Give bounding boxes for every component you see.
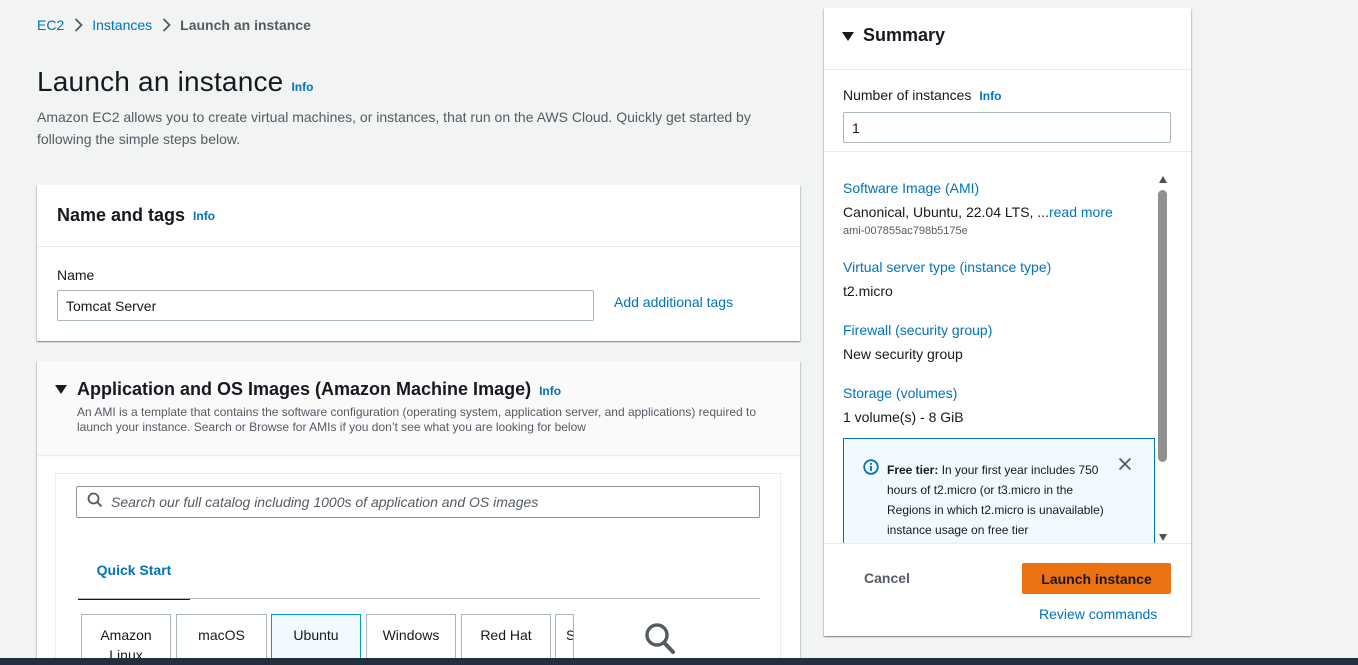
storage-value: 1 volume(s) - 8 GiB [843,409,964,425]
browse-search-icon[interactable] [644,622,676,661]
chevron-right-icon [152,18,180,32]
summary-storage: Storage (volumes) 1 volume(s) - 8 GiB [843,385,964,425]
caret-down-icon[interactable] [55,385,67,394]
bottom-bar [0,658,1358,665]
ami-title: Application and OS Images (Amazon Machin… [77,379,561,400]
page-header: Launch an instance Info [37,66,313,98]
instance-type-value: t2.micro [843,283,893,299]
info-circle-icon [863,459,879,480]
os-tile-macos[interactable]: macOS [176,614,267,664]
number-of-instances-text: Number of instances [843,87,972,103]
add-additional-tags-link[interactable]: Add additional tags [614,294,733,310]
search-icon [87,492,103,513]
scroll-down-arrow-icon[interactable] [1159,534,1167,541]
ami-id: ami-007855ac798b5175e [843,225,968,237]
cancel-button[interactable]: Cancel [864,570,910,586]
name-and-tags-info-link[interactable]: Info [193,209,215,223]
os-tile-red-hat[interactable]: Red Hat [461,614,551,664]
scroll-up-arrow-icon[interactable] [1159,176,1167,183]
summary-firewall: Firewall (security group) New security g… [843,322,992,362]
number-of-instances-input[interactable]: 1 [843,112,1171,143]
close-icon[interactable] [1118,457,1132,476]
summary-footer: Cancel Launch instance Review commands [824,543,1191,636]
name-and-tags-title: Name and tags [57,205,186,225]
software-image-link[interactable]: Software Image (AMI) [843,180,979,196]
os-tile-amazon-linux[interactable]: Amazon Linux [81,614,171,664]
name-and-tags-panel: Name and tags Info Name Tomcat Server Ad… [37,185,800,341]
summary-title: Summary [863,25,946,45]
ami-description: An AMI is a template that contains the s… [77,405,757,434]
number-of-instances-info-link[interactable]: Info [979,89,1001,103]
os-tile-ubuntu[interactable]: Ubuntu [271,614,361,664]
software-image-value: Canonical, Ubuntu, 22.04 LTS, ...read mo… [843,204,1113,220]
page-description: Amazon EC2 allows you to create virtual … [37,109,751,147]
summary-scroll-area[interactable]: Software Image (AMI) Canonical, Ubuntu, … [824,151,1191,543]
chevron-right-icon [64,18,92,32]
ami-panel: Application and OS Images (Amazon Machin… [37,361,800,665]
review-commands-link[interactable]: Review commands [1039,606,1157,622]
ami-body: Search our full catalog including 1000s … [37,457,800,665]
tab-quick-start[interactable]: Quick Start [78,542,190,600]
scrollbar-thumb[interactable] [1158,190,1167,462]
firewall-value: New security group [843,346,963,362]
os-tile-partial[interactable]: S [555,614,574,664]
name-input[interactable]: Tomcat Server [57,290,594,321]
launch-instance-button[interactable]: Launch instance [1022,563,1171,594]
caret-down-icon[interactable] [842,32,854,41]
summary-software-image: Software Image (AMI) Canonical, Ubuntu, … [843,180,1113,237]
number-of-instances-label: Number of instances Info [843,87,1001,103]
ami-search-input[interactable]: Search our full catalog including 1000s … [76,486,760,518]
ami-header: Application and OS Images (Amazon Machin… [37,361,800,456]
ami-title-text: Application and OS Images (Amazon Machin… [77,379,532,399]
storage-link[interactable]: Storage (volumes) [843,385,957,401]
ami-catalog-card: Search our full catalog including 1000s … [55,473,781,665]
summary-instance-type: Virtual server type (instance type) t2.m… [843,259,1051,299]
summary-panel: Summary Number of instances Info 1 Softw… [824,8,1191,636]
ami-info-link[interactable]: Info [539,384,561,398]
summary-header: Summary [824,8,1191,70]
ami-search-placeholder: Search our full catalog including 1000s … [111,494,539,510]
breadcrumb: EC2 Instances Launch an instance [37,17,311,33]
read-more-link[interactable]: read more [1049,204,1113,220]
free-tier-alert: Free tier: In your first year includes 7… [843,438,1155,543]
free-tier-label: Free tier: [887,463,939,477]
page-title: Launch an instance [37,66,284,97]
firewall-link[interactable]: Firewall (security group) [843,322,992,338]
breadcrumb-ec2[interactable]: EC2 [37,17,64,33]
software-image-text: Canonical, Ubuntu, 22.04 LTS, ... [843,204,1049,220]
page-info-link[interactable]: Info [291,80,313,94]
name-label: Name [57,267,95,283]
breadcrumb-instances[interactable]: Instances [92,17,152,33]
free-tier-text: Free tier: In your first year includes 7… [887,460,1117,540]
name-and-tags-header: Name and tags Info [37,185,800,247]
tabs-divider [78,598,760,599]
os-tile-windows[interactable]: Windows [366,614,456,664]
instance-type-link[interactable]: Virtual server type (instance type) [843,259,1051,275]
breadcrumb-current: Launch an instance [180,17,311,33]
